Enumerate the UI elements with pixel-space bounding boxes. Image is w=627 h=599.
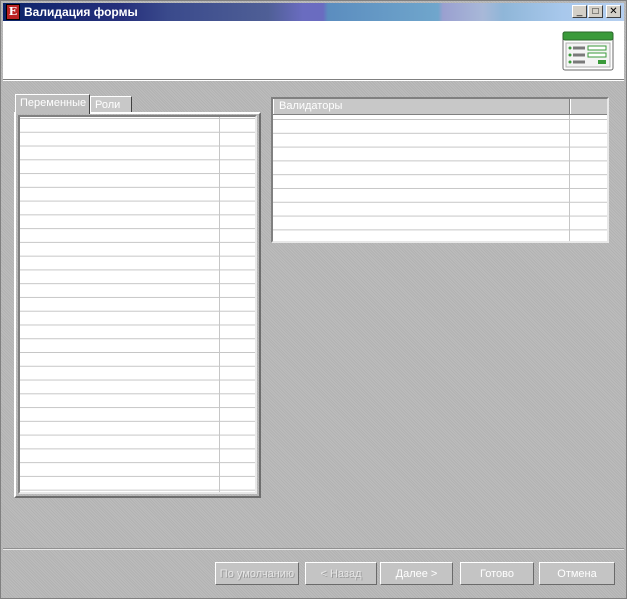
- window-title: Валидация формы: [24, 5, 138, 19]
- wizard-header: [3, 21, 624, 80]
- app-icon[interactable]: Е: [6, 4, 20, 20]
- form-validation-icon: [562, 31, 614, 71]
- variables-grid-column-divider: [219, 117, 220, 492]
- cancel-button[interactable]: Отмена: [539, 562, 615, 585]
- tab-variables[interactable]: Переменные: [15, 94, 90, 114]
- wizard-window: Е Валидация формы _ □ ✕ Переменные Роли: [0, 0, 627, 599]
- next-button[interactable]: Далее >: [380, 562, 453, 585]
- validators-grid-column-divider: [569, 115, 570, 241]
- footer-divider-highlight: [3, 549, 624, 550]
- validators-grid-rows: [273, 115, 607, 241]
- back-button[interactable]: < Назад: [305, 562, 377, 585]
- variables-grid[interactable]: [18, 115, 257, 494]
- header-divider: [3, 80, 624, 81]
- finish-button[interactable]: Готово: [460, 562, 534, 585]
- tab-variables-label: Переменные: [20, 97, 87, 109]
- title-bar[interactable]: Е Валидация формы _ □ ✕: [3, 3, 624, 21]
- maximize-button[interactable]: □: [588, 5, 603, 18]
- validators-extra-column-header[interactable]: [570, 99, 607, 114]
- validators-column-header[interactable]: Валидаторы: [273, 99, 570, 114]
- tab-roles-label: Роли: [95, 99, 121, 111]
- close-button[interactable]: ✕: [606, 5, 621, 18]
- validators-grid[interactable]: Валидаторы: [271, 97, 609, 243]
- defaults-button[interactable]: По умолчанию: [215, 562, 299, 585]
- minimize-button[interactable]: _: [572, 5, 587, 18]
- validators-grid-header: Валидаторы: [273, 99, 607, 115]
